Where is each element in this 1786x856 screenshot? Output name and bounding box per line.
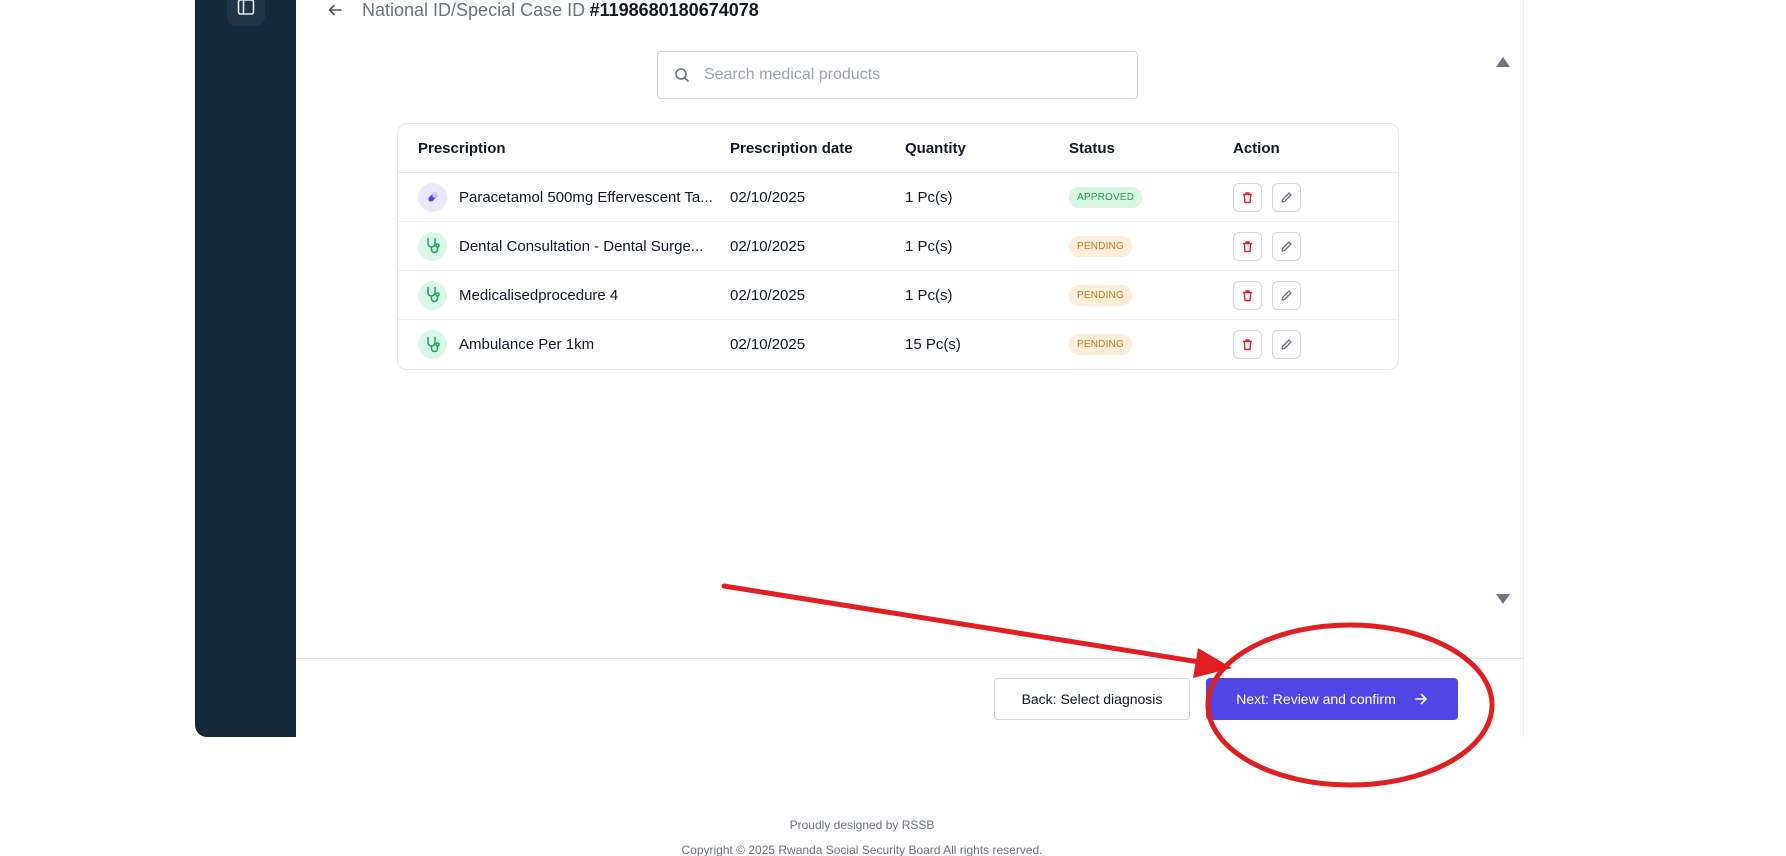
page-header: National ID/Special Case ID #11986801806… (326, 0, 759, 24)
step-footer-bar: Back: Select diagnosis Next: Review and … (296, 658, 1524, 737)
prescription-quantity: 1 Pc(s) (905, 237, 953, 255)
pencil-icon (1281, 289, 1292, 301)
prescription-date: 02/10/2025 (730, 237, 806, 255)
next-review-confirm-button[interactable]: Next: Review and confirm (1206, 678, 1458, 720)
table-header: Prescription Prescription date Quantity … (398, 124, 1398, 173)
pencil-icon (1281, 191, 1292, 203)
sidebar-panel-icon (237, 0, 255, 15)
vertical-scrollbar[interactable] (1495, 50, 1512, 606)
stethoscope-icon (418, 280, 447, 310)
prescription-date: 02/10/2025 (730, 188, 806, 206)
prescription-date: 02/10/2025 (730, 336, 806, 353)
prescription-date: 02/10/2025 (730, 286, 806, 304)
scroll-up-arrow-icon[interactable] (1496, 57, 1510, 67)
pencil-icon (1281, 240, 1292, 252)
column-header-status: Status (1069, 139, 1115, 157)
prescription-name: Ambulance Per 1km (459, 336, 595, 353)
pencil-icon (1281, 339, 1292, 350)
prescription-name: Paracetamol 500mg Effervescent Ta... (459, 188, 713, 206)
search-box (657, 51, 1138, 99)
footer-copyright: Copyright © 2025 Rwanda Social Security … (681, 843, 1043, 856)
pill-icon (418, 182, 447, 212)
page: National ID/Special Case ID #11986801806… (0, 0, 1786, 856)
prescription-quantity: 1 Pc(s) (905, 286, 953, 304)
case-id-value: #1198680180674078 (589, 0, 759, 20)
prescription-quantity: 1 Pc(s) (905, 188, 953, 206)
prescription-name: Dental Consultation - Dental Surge... (459, 237, 704, 255)
edit-button[interactable] (1272, 182, 1301, 212)
table-row: Ambulance Per 1km 02/10/2025 15 Pc(s) PE… (398, 320, 1398, 369)
footer-credits: Proudly designed by RSSB (789, 818, 935, 832)
sidebar-toggle-button[interactable] (227, 0, 265, 26)
main-panel: National ID/Special Case ID #11986801806… (296, 0, 1524, 737)
trash-icon (1243, 339, 1252, 351)
table-row: Dental Consultation - Dental Surge... 02… (398, 222, 1398, 271)
next-button-label: Next: Review and confirm (1236, 691, 1396, 707)
delete-button[interactable] (1233, 280, 1262, 310)
scroll-down-arrow-icon[interactable] (1496, 594, 1510, 604)
delete-button[interactable] (1233, 182, 1262, 212)
delete-button[interactable] (1233, 330, 1262, 359)
trash-icon (1243, 240, 1252, 252)
case-id-label: National ID/Special Case ID (362, 0, 586, 20)
edit-button[interactable] (1272, 231, 1301, 261)
arrow-right-icon (1414, 693, 1427, 705)
stethoscope-icon (418, 330, 447, 359)
column-header-action: Action (1233, 139, 1280, 157)
search-input[interactable] (704, 66, 1104, 84)
trash-icon (1243, 191, 1252, 203)
prescription-table: Prescription Prescription date Quantity … (397, 123, 1399, 370)
status-badge: PENDING (1069, 235, 1132, 257)
edit-button[interactable] (1272, 330, 1301, 359)
sidebar (195, 0, 296, 737)
table-row: Medicalisedprocedure 4 02/10/2025 1 Pc(s… (398, 271, 1398, 320)
status-badge: APPROVED (1069, 186, 1143, 208)
search-icon (675, 68, 689, 82)
back-arrow-icon[interactable] (326, 1, 344, 19)
column-header-prescription: Prescription (418, 139, 506, 157)
stethoscope-icon (418, 231, 447, 261)
prescription-name: Medicalisedprocedure 4 (459, 286, 619, 304)
delete-button[interactable] (1233, 231, 1262, 261)
edit-button[interactable] (1272, 280, 1301, 310)
column-header-date: Prescription date (730, 139, 853, 157)
prescription-quantity: 15 Pc(s) (905, 336, 961, 353)
back-select-diagnosis-button[interactable]: Back: Select diagnosis (994, 678, 1190, 720)
table-row: Paracetamol 500mg Effervescent Ta... 02/… (398, 173, 1398, 222)
trash-icon (1243, 289, 1252, 301)
status-badge: PENDING (1069, 284, 1132, 306)
column-header-quantity: Quantity (905, 139, 966, 157)
status-badge: PENDING (1069, 334, 1132, 355)
